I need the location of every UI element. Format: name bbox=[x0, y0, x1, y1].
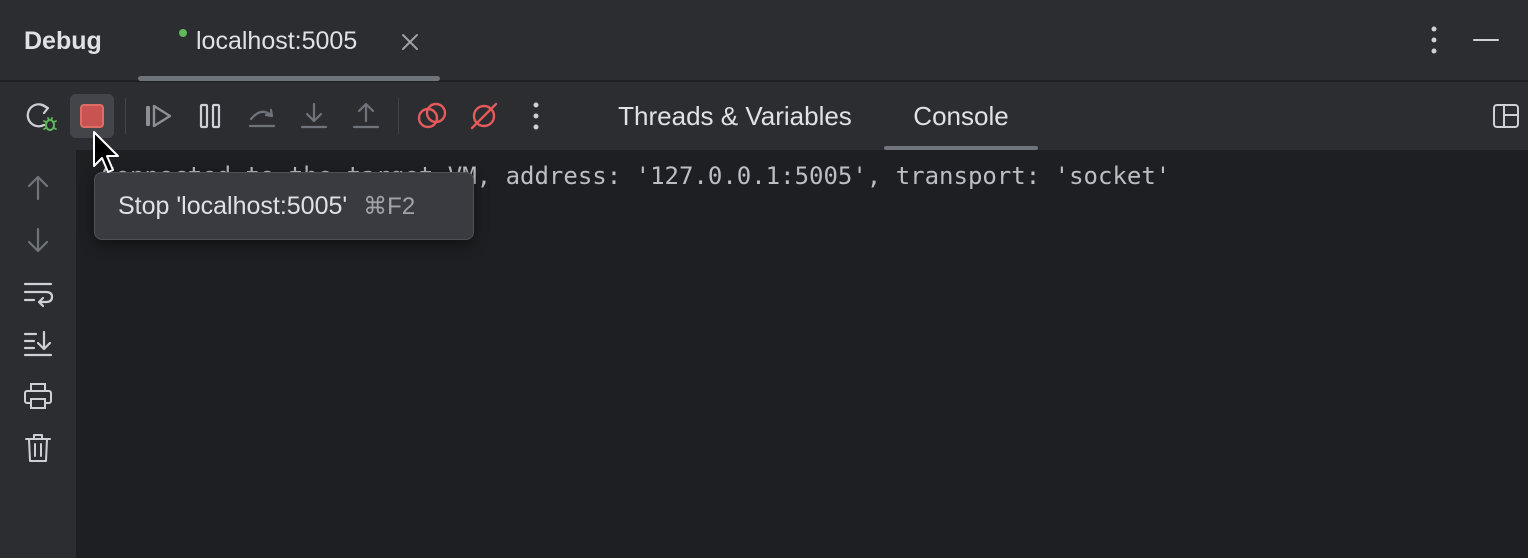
tooltip-text: Stop 'localhost:5005' bbox=[118, 191, 348, 220]
step-over-button[interactable] bbox=[240, 94, 284, 138]
soft-wrap-icon bbox=[23, 282, 54, 308]
print-icon bbox=[24, 383, 52, 409]
scroll-down-button[interactable] bbox=[19, 221, 57, 259]
more-vertical-icon bbox=[533, 102, 539, 130]
stop-icon bbox=[80, 104, 104, 128]
scroll-up-button[interactable] bbox=[19, 169, 57, 207]
tooltip-shortcut: ⌘F2 bbox=[363, 192, 416, 220]
step-into-button[interactable] bbox=[292, 94, 336, 138]
step-out-button[interactable] bbox=[344, 94, 388, 138]
minimize-icon[interactable] bbox=[1470, 26, 1502, 54]
session-tab-underline bbox=[138, 76, 440, 81]
stop-tooltip: Stop 'localhost:5005' ⌘F2 bbox=[94, 172, 474, 240]
scroll-to-end-button[interactable] bbox=[19, 324, 57, 362]
resume-button[interactable] bbox=[136, 94, 180, 138]
debug-toolbar: Threads & Variables Console bbox=[0, 82, 1528, 150]
mouse-cursor-icon bbox=[93, 131, 119, 173]
trash-icon bbox=[25, 434, 51, 462]
arrow-down-icon bbox=[27, 227, 49, 253]
step-out-icon bbox=[352, 102, 380, 129]
session-running-indicator bbox=[179, 29, 187, 37]
breakpoints-icon bbox=[417, 102, 447, 129]
debug-title-bar: Debug localhost:5005 bbox=[0, 0, 1528, 81]
print-button[interactable] bbox=[19, 377, 57, 415]
session-tab-localhost[interactable]: localhost:5005 bbox=[138, 0, 440, 81]
view-breakpoints-button[interactable] bbox=[410, 94, 454, 138]
layout-icon[interactable] bbox=[1488, 98, 1524, 134]
session-tab-label: localhost:5005 bbox=[196, 27, 358, 55]
toolbar-more-button[interactable] bbox=[514, 94, 558, 138]
mute-breakpoints-icon bbox=[470, 102, 498, 130]
more-vertical-icon[interactable] bbox=[1420, 24, 1448, 56]
pause-icon bbox=[199, 103, 221, 129]
close-icon[interactable] bbox=[396, 28, 424, 56]
tab-threads-variables[interactable]: Threads & Variables bbox=[598, 82, 872, 150]
scroll-to-end-icon bbox=[23, 330, 53, 357]
resume-icon bbox=[146, 104, 172, 128]
tab-console[interactable]: Console bbox=[884, 82, 1038, 150]
toolbar-separator bbox=[398, 98, 399, 134]
rerun-debug-button[interactable] bbox=[18, 94, 62, 138]
clear-console-button[interactable] bbox=[19, 429, 57, 467]
tool-window-title: Debug bbox=[24, 27, 102, 55]
mute-breakpoints-button[interactable] bbox=[462, 94, 506, 138]
rerun-bug-icon bbox=[26, 103, 57, 131]
toolbar-separator bbox=[125, 98, 126, 134]
arrow-up-icon bbox=[27, 175, 49, 201]
soft-wrap-button[interactable] bbox=[19, 274, 57, 312]
step-over-icon bbox=[248, 108, 276, 128]
console-side-toolbar bbox=[0, 150, 76, 558]
pause-button[interactable] bbox=[188, 94, 232, 138]
step-into-icon bbox=[300, 102, 328, 129]
